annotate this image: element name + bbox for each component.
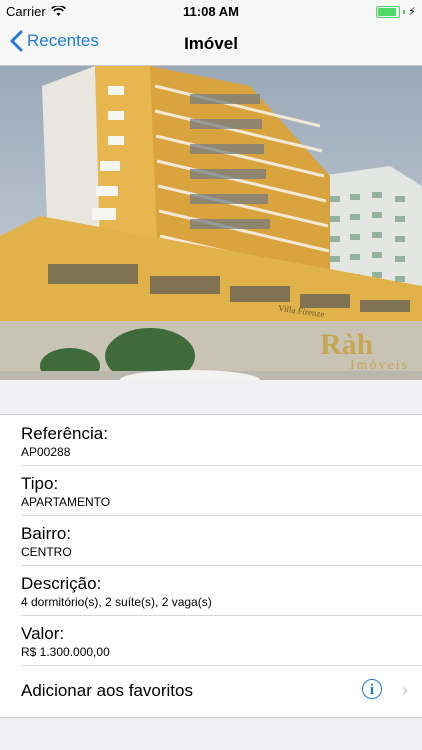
- detail-row-description: Descrição: 4 dormitório(s), 2 suíte(s), …: [0, 565, 422, 615]
- battery-icon: [376, 5, 401, 18]
- detail-value: 4 dormitório(s), 2 suíte(s), 2 vaga(s): [21, 595, 212, 609]
- detail-label: Bairro:: [21, 524, 72, 543]
- chevron-right-icon: ›: [402, 680, 408, 700]
- add-to-favorites-label: Adicionar aos favoritos: [21, 681, 193, 700]
- property-details-list: Referência: AP00288 Tipo: APARTAMENTO Ba…: [0, 414, 422, 718]
- watermark-sub: Imóveis: [350, 358, 410, 373]
- battery-tip: [403, 9, 406, 14]
- detail-label: Descrição:: [21, 574, 102, 593]
- page-title: Imóvel: [184, 34, 238, 53]
- status-time: 11:08 AM: [183, 4, 239, 19]
- charging-bolt-icon: ⚡: [408, 6, 416, 18]
- detail-value: APARTAMENTO: [21, 495, 111, 509]
- detail-label: Referência:: [21, 424, 108, 443]
- info-icon[interactable]: i: [362, 679, 382, 699]
- status-right: ⚡: [376, 5, 416, 18]
- status-bar: Carrier 11:08 AM ⚡: [0, 0, 422, 22]
- add-to-favorites-row[interactable]: Adicionar aos favoritos i ›: [0, 665, 422, 717]
- detail-value: CENTRO: [21, 545, 72, 559]
- battery-fill: [378, 7, 397, 16]
- detail-row-type: Tipo: APARTAMENTO: [0, 465, 422, 515]
- detail-row-reference: Referência: AP00288: [0, 415, 422, 465]
- detail-label: Tipo:: [21, 474, 59, 493]
- navigation-bar: Recentes Imóvel: [0, 22, 422, 66]
- property-photo: Ràh Imóveis Villa Firenze: [0, 66, 422, 380]
- detail-label: Valor:: [21, 624, 65, 643]
- detail-value: R$ 1.300.000,00: [21, 645, 110, 659]
- watermark-brand: Ràh: [320, 328, 374, 361]
- detail-row-price: Valor: R$ 1.300.000,00: [0, 615, 422, 665]
- detail-row-neighborhood: Bairro: CENTRO: [0, 515, 422, 565]
- detail-value: AP00288: [21, 445, 71, 459]
